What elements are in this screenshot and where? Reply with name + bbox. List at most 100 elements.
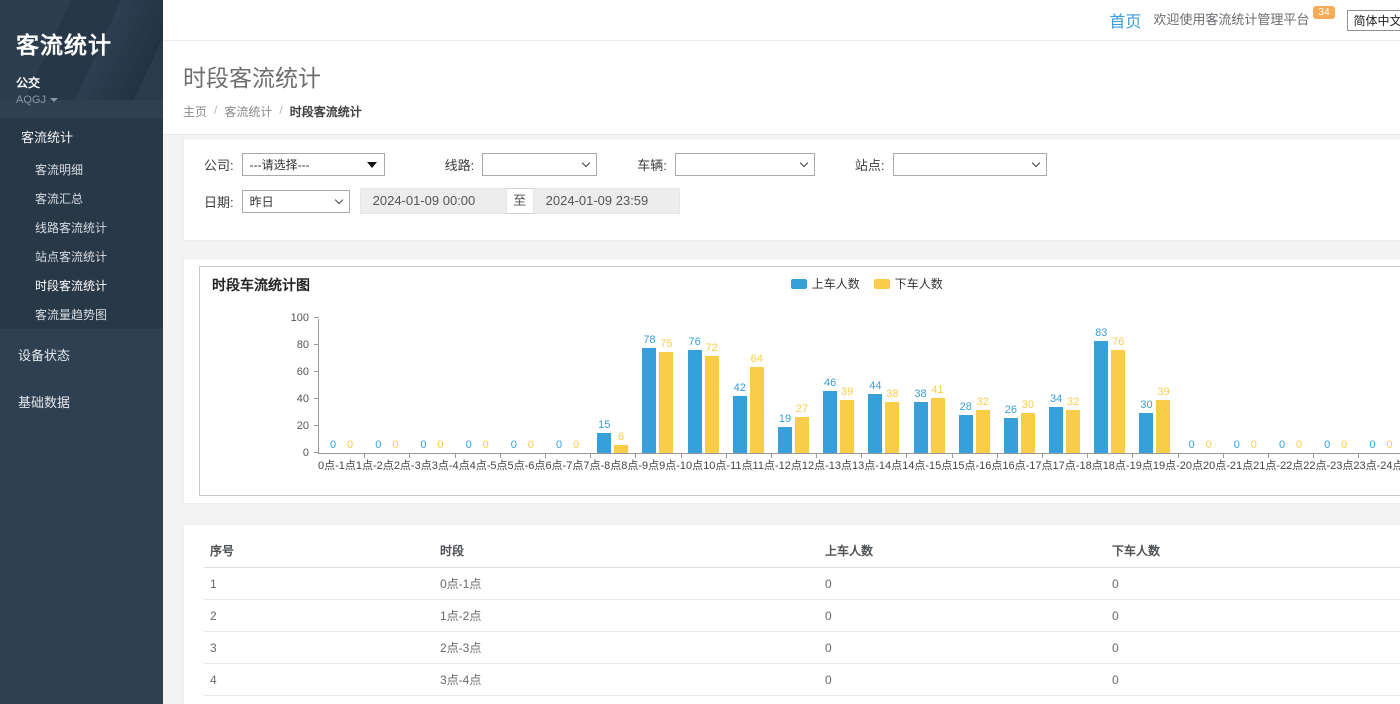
sidebar-subitem[interactable]: 站点客流统计 bbox=[0, 242, 163, 271]
company-select[interactable]: ---请选择--- bbox=[242, 153, 385, 176]
bar-下车人数[interactable] bbox=[659, 352, 673, 453]
bar-上车人数[interactable] bbox=[1139, 413, 1153, 454]
notification-badge[interactable]: 34 bbox=[1313, 6, 1334, 19]
bar-下车人数[interactable] bbox=[1156, 400, 1170, 453]
sidebar-subitem[interactable]: 线路客流统计 bbox=[0, 213, 163, 242]
bar-wrap: 0 bbox=[507, 439, 521, 453]
bar-上车人数[interactable] bbox=[823, 391, 837, 453]
filter-row-selects: 公司: ---请选择--- 线路: 车辆: 站点: bbox=[204, 153, 1400, 176]
bar-下车人数[interactable] bbox=[931, 398, 945, 453]
bar-下车人数[interactable] bbox=[885, 402, 899, 453]
bar-wrap: 0 bbox=[462, 439, 476, 453]
station-select[interactable] bbox=[893, 153, 1047, 176]
sidebar-item[interactable]: 设备状态 bbox=[0, 333, 163, 376]
table-cell: 0 bbox=[819, 696, 1106, 704]
language-select[interactable]: 简体中文 bbox=[1347, 10, 1400, 31]
sidebar-subitem[interactable]: 客流明细 bbox=[0, 155, 163, 184]
y-axis-tick-label: 40 bbox=[277, 393, 309, 405]
bar-下车人数[interactable] bbox=[614, 445, 628, 453]
chart-x-axis-labels: 0点-1点1点-2点2点-3点3点-4点4点-5点5点-6点6点-7点7点-8点… bbox=[318, 457, 1400, 473]
chart-category-group: 00 bbox=[500, 319, 545, 453]
bar-下车人数[interactable] bbox=[840, 400, 854, 453]
bar-wrap: 0 bbox=[1337, 439, 1351, 453]
table-cell: 0点-1点 bbox=[434, 568, 819, 600]
x-axis-category-label: 11点-12点 bbox=[753, 457, 802, 473]
bar-value-label: 0 bbox=[375, 439, 381, 452]
date-preset-select[interactable]: 昨日 bbox=[242, 190, 350, 213]
bar-wrap: 0 bbox=[1365, 439, 1379, 453]
bar-下车人数[interactable] bbox=[795, 417, 809, 453]
bar-上车人数[interactable] bbox=[1049, 407, 1063, 453]
legend-item[interactable]: 上车人数 bbox=[791, 275, 860, 292]
stats-table: 序号时段上车人数下车人数 10点-1点0021点-2点0032点-3点0043点… bbox=[204, 534, 1400, 704]
sidebar-item-passenger-stats[interactable]: 客流统计 bbox=[0, 118, 163, 155]
bar-下车人数[interactable] bbox=[1021, 413, 1035, 454]
bar-value-label: 44 bbox=[869, 380, 881, 393]
bar-wrap: 44 bbox=[868, 380, 882, 453]
x-axis-category-label: 23点-24点 bbox=[1353, 457, 1400, 473]
bar-上车人数[interactable] bbox=[868, 394, 882, 453]
bar-下车人数[interactable] bbox=[705, 356, 719, 453]
bar-上车人数[interactable] bbox=[597, 433, 611, 453]
bar-value-label: 0 bbox=[437, 439, 443, 452]
date-end-input[interactable]: 2024-01-09 23:59 bbox=[533, 188, 680, 214]
bar-value-label: 0 bbox=[1189, 439, 1195, 452]
bar-上车人数[interactable] bbox=[1004, 418, 1018, 453]
x-axis-category-label: 1点-2点 bbox=[356, 457, 394, 473]
breadcrumb-separator: / bbox=[279, 103, 282, 120]
bar-上车人数[interactable] bbox=[914, 402, 928, 453]
chart-category-group: 00 bbox=[319, 319, 364, 453]
org-selector[interactable]: AQGJ bbox=[16, 94, 147, 106]
breadcrumb-item[interactable]: 客流统计 bbox=[224, 103, 272, 120]
bar-上车人数[interactable] bbox=[778, 427, 792, 453]
x-axis-category-label: 6点-7点 bbox=[545, 457, 583, 473]
sidebar-item[interactable]: 基础数据 bbox=[0, 380, 163, 423]
bar-value-label: 15 bbox=[598, 419, 610, 432]
bar-value-label: 0 bbox=[1234, 439, 1240, 452]
bar-下车人数[interactable] bbox=[1066, 410, 1080, 453]
bar-value-label: 26 bbox=[1005, 404, 1017, 417]
bar-下车人数[interactable] bbox=[1111, 350, 1125, 453]
welcome-wrap: 欢迎使用客流统计管理平台 34 bbox=[1153, 10, 1334, 30]
bar-上车人数[interactable] bbox=[1094, 341, 1108, 453]
date-start-input[interactable]: 2024-01-09 00:00 bbox=[360, 188, 507, 214]
x-axis-category-label: 2点-3点 bbox=[394, 457, 432, 473]
legend-item[interactable]: 下车人数 bbox=[874, 275, 943, 292]
bar-下车人数[interactable] bbox=[750, 367, 764, 453]
breadcrumb: 主页/客流统计/时段客流统计 bbox=[183, 103, 1400, 120]
chart-legend: 上车人数下车人数 bbox=[200, 275, 1400, 292]
bar-value-label: 34 bbox=[1050, 393, 1062, 406]
sidebar-subitem[interactable]: 客流量趋势图 bbox=[0, 300, 163, 329]
breadcrumb-item[interactable]: 主页 bbox=[183, 103, 207, 120]
sidebar-subitem[interactable]: 客流汇总 bbox=[0, 184, 163, 213]
sidebar-logo-area: 客流统计 公交 AQGJ bbox=[0, 0, 163, 100]
chevron-down-icon bbox=[1031, 159, 1039, 167]
bar-上车人数[interactable] bbox=[688, 350, 702, 453]
bar-value-label: 0 bbox=[1386, 439, 1392, 452]
home-link[interactable]: 首页 bbox=[1109, 8, 1141, 32]
bar-value-label: 32 bbox=[1067, 396, 1079, 409]
line-select[interactable] bbox=[482, 153, 597, 176]
bar-上车人数[interactable] bbox=[642, 348, 656, 453]
bar-上车人数[interactable] bbox=[733, 396, 747, 453]
bar-wrap: 27 bbox=[795, 403, 809, 453]
sidebar-subitem[interactable]: 时段客流统计 bbox=[0, 271, 163, 300]
bar-wrap: 0 bbox=[1202, 439, 1216, 453]
bar-wrap: 34 bbox=[1049, 393, 1063, 453]
table-cell: 1 bbox=[204, 568, 434, 600]
bar-value-label: 0 bbox=[483, 439, 489, 452]
vehicle-select[interactable] bbox=[675, 153, 815, 176]
chart-category-group: 4438 bbox=[861, 319, 906, 453]
bar-wrap: 64 bbox=[750, 353, 764, 453]
table-cell: 3点-4点 bbox=[434, 664, 819, 696]
bar-value-label: 0 bbox=[392, 439, 398, 452]
x-axis-category-label: 15点-16点 bbox=[952, 457, 1002, 473]
chart-plot: 0204060801000000000000001567875767242641… bbox=[318, 319, 1400, 454]
bar-wrap: 46 bbox=[823, 377, 837, 453]
table-cell: 0 bbox=[819, 632, 1106, 664]
bar-下车人数[interactable] bbox=[976, 410, 990, 453]
line-label: 线路: bbox=[445, 155, 475, 174]
table-row: 43点-4点00 bbox=[204, 664, 1400, 696]
bar-上车人数[interactable] bbox=[959, 415, 973, 453]
bar-wrap: 0 bbox=[1382, 439, 1396, 453]
